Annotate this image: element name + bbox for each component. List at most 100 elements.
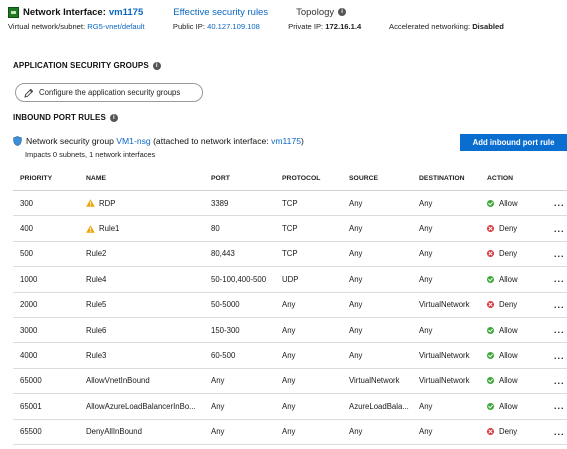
info-icon[interactable]: i [152, 61, 161, 70]
inbound-section-title: INBOUND PORT RULES i [13, 113, 118, 122]
nsg-attached-text: (attached to network interface: [153, 136, 269, 146]
more-options-button[interactable]: ... [554, 242, 567, 266]
nic-header: Network Interface: vm1175 Effective secu… [8, 5, 560, 19]
table-row[interactable]: 65500 DenyAllInBound Any Any Any Any Den… [13, 420, 567, 445]
table-row[interactable]: 4000 Rule3 60-500 Any Any VirtualNetwork… [13, 343, 567, 369]
rule-destination: Any [419, 224, 433, 234]
rule-name-cell: AllowAzureLoadBalancerInBo... [86, 394, 206, 418]
rule-protocol: Any [282, 427, 296, 437]
check-circle-icon [487, 352, 494, 360]
nsg-nic-link[interactable]: vm1175 [271, 136, 301, 146]
column-header-action[interactable]: ACTION [487, 166, 547, 190]
column-header-name[interactable]: NAME [86, 166, 206, 190]
rule-action: Allow [487, 394, 547, 418]
nic-name-link[interactable]: vm1175 [109, 7, 143, 18]
rule-port: Any [211, 401, 225, 411]
rule-protocol: TCP [282, 224, 298, 234]
rule-name: Rule1 [99, 224, 120, 234]
nsg-link[interactable]: VM1-nsg [116, 136, 150, 146]
tab-topology[interactable]: Topology i [296, 7, 347, 18]
rule-protocol: Any [282, 401, 296, 411]
rule-source: Any [349, 198, 363, 208]
rule-name: Rule2 [86, 249, 107, 259]
public-ip-link[interactable]: 40.127.109.108 [207, 22, 260, 31]
rule-source: Any [349, 351, 363, 361]
more-options-button[interactable]: ... [554, 191, 567, 215]
rule-action-label: Deny [499, 427, 518, 437]
rule-name-cell: AllowVnetInBound [86, 369, 206, 393]
more-options-button[interactable]: ... [554, 343, 567, 367]
table-row[interactable]: 1000 Rule4 50-100,400-500 UDP Any Any Al… [13, 267, 567, 293]
column-header-source[interactable]: SOURCE [349, 166, 417, 190]
asg-section-title: APPLICATION SECURITY GROUPS i [13, 61, 161, 70]
rule-name-cell: Rule4 [86, 267, 206, 291]
add-inbound-port-rule-button[interactable]: Add inbound port rule [460, 134, 567, 151]
rule-source: Any [349, 249, 363, 259]
table-row[interactable]: 400 Rule1 80 TCP Any Any Deny ... [13, 216, 567, 242]
rule-destination: VirtualNetwork [419, 300, 470, 310]
rule-protocol: Any [282, 325, 296, 335]
check-circle-icon [487, 199, 494, 207]
asg-title-text: APPLICATION SECURITY GROUPS [13, 61, 149, 70]
rule-name: DenyAllInBound [86, 427, 142, 437]
more-options-button[interactable]: ... [554, 267, 567, 291]
private-ip-label: Private IP: [288, 22, 324, 31]
rule-priority: 65001 [20, 401, 42, 411]
rule-protocol: TCP [282, 249, 298, 259]
rule-port: Any [211, 427, 225, 437]
nsg-close: ) [301, 136, 304, 146]
column-header-destination[interactable]: DESTINATION [419, 166, 489, 190]
rule-priority: 1000 [20, 274, 38, 284]
table-row[interactable]: 3000 Rule6 150-300 Any Any Any Allow ... [13, 318, 567, 344]
info-icon[interactable]: i [338, 7, 347, 16]
more-options-button[interactable]: ... [554, 216, 567, 240]
nic-properties: Virtual network/subnet: RG5-vnet/default… [8, 22, 560, 31]
rule-source: Any [349, 325, 363, 335]
rule-port: 50-5000 [211, 300, 240, 310]
column-header-port[interactable]: PORT [211, 166, 279, 190]
more-options-button[interactable]: ... [554, 293, 567, 317]
table-row[interactable]: 500 Rule2 80,443 TCP Any Any Deny ... [13, 242, 567, 268]
rule-name-cell: Rule5 [86, 293, 206, 317]
column-header-priority[interactable]: PRIORITY [20, 166, 80, 190]
inbound-title-text: INBOUND PORT RULES [13, 113, 106, 122]
vnet-link[interactable]: RG5-vnet/default [87, 22, 144, 31]
more-options-button[interactable]: ... [554, 394, 567, 418]
warning-icon [86, 199, 95, 207]
more-options-button[interactable]: ... [554, 369, 567, 393]
accelerated-networking-label: Accelerated networking: [389, 22, 471, 31]
rule-action: Allow [487, 318, 547, 342]
rule-priority: 65000 [20, 376, 42, 386]
table-row[interactable]: 65000 AllowVnetInBound Any Any VirtualNe… [13, 369, 567, 395]
more-options-button[interactable]: ... [554, 420, 567, 444]
rule-priority: 2000 [20, 300, 38, 310]
nsg-summary: Network security group VM1-nsg (attached… [13, 136, 304, 146]
table-row[interactable]: 65001 AllowAzureLoadBalancerInBo... Any … [13, 394, 567, 420]
more-options-button[interactable]: ... [554, 318, 567, 342]
rule-name: Rule4 [86, 274, 107, 284]
rule-source: Any [349, 300, 363, 310]
rule-protocol: TCP [282, 198, 298, 208]
info-icon[interactable]: i [109, 113, 118, 122]
inbound-rules-table: PRIORITY NAME PORT PROTOCOL SOURCE DESTI… [13, 166, 567, 445]
table-row[interactable]: 300 RDP 3389 TCP Any Any Allow ... [13, 191, 567, 217]
rule-priority: 400 [20, 224, 34, 234]
vnet-label: Virtual network/subnet: [8, 22, 86, 31]
warning-icon [86, 224, 95, 233]
public-ip-label: Public IP: [172, 22, 205, 31]
configure-asg-button[interactable]: Configure the application security group… [15, 83, 203, 102]
rule-destination: Any [419, 401, 433, 411]
rule-name: Rule3 [86, 351, 107, 361]
tab-effective-security-rules[interactable]: Effective security rules [173, 7, 268, 18]
rule-action-label: Allow [499, 351, 518, 361]
rule-action: Allow [487, 191, 547, 215]
x-circle-icon [487, 225, 494, 233]
rule-destination: Any [419, 198, 433, 208]
check-circle-icon [487, 402, 494, 410]
rule-name-cell: Rule2 [86, 242, 206, 266]
column-header-protocol[interactable]: PROTOCOL [282, 166, 344, 190]
table-row[interactable]: 2000 Rule5 50-5000 Any Any VirtualNetwor… [13, 293, 567, 318]
rule-action-label: Allow [499, 376, 518, 386]
rule-source: AzureLoadBala... [349, 401, 409, 411]
rule-destination: Any [419, 274, 433, 284]
